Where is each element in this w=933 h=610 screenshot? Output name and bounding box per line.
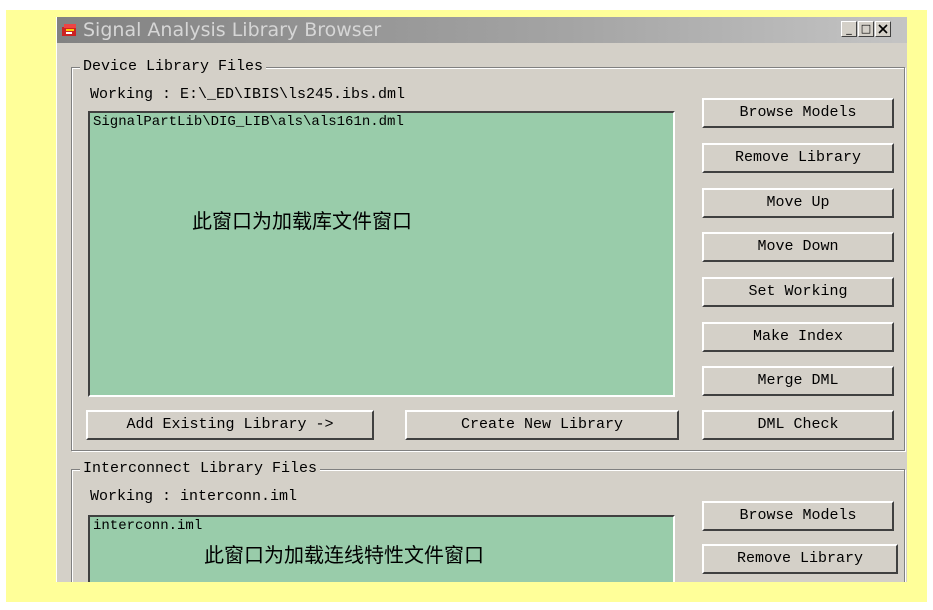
create-new-library-button[interactable]: Create New Library <box>405 410 679 440</box>
merge-dml-button[interactable]: Merge DML <box>702 366 894 396</box>
move-down-button[interactable]: Move Down <box>702 232 894 262</box>
device-library-list[interactable]: SignalPartLib\DIG_LIB\als\als161n.dml 此窗… <box>88 111 675 397</box>
interconnect-library-group: Interconnect Library Files Working : int… <box>71 460 905 582</box>
title-bar[interactable]: Signal Analysis Library Browser _ □ <box>57 17 907 43</box>
list-item[interactable]: interconn.iml <box>93 518 202 534</box>
minimize-button[interactable]: _ <box>841 21 857 37</box>
interconnect-remove-library-button[interactable]: Remove Library <box>702 544 898 574</box>
set-working-button[interactable]: Set Working <box>702 277 894 307</box>
window-title: Signal Analysis Library Browser <box>83 19 382 41</box>
close-icon <box>878 24 888 34</box>
dml-check-button[interactable]: DML Check <box>702 410 894 440</box>
device-group-label: Device Library Files <box>80 58 267 76</box>
maximize-button[interactable]: □ <box>858 21 874 37</box>
device-library-group: Device Library Files Working : E:\_ED\IB… <box>71 58 905 451</box>
interconnect-browse-models-button[interactable]: Browse Models <box>702 501 894 531</box>
device-list-annotation: 此窗口为加载库文件窗口 <box>192 209 412 233</box>
interconnect-group-label: Interconnect Library Files <box>80 460 321 478</box>
interconnect-library-list[interactable]: interconn.iml 此窗口为加载连线特性文件窗口 <box>88 515 675 582</box>
remove-library-button[interactable]: Remove Library <box>702 143 894 173</box>
make-index-button[interactable]: Make Index <box>702 322 894 352</box>
list-item[interactable]: SignalPartLib\DIG_LIB\als\als161n.dml <box>93 114 404 130</box>
add-existing-library-button[interactable]: Add Existing Library -> <box>86 410 374 440</box>
app-icon <box>62 24 76 36</box>
interconnect-list-annotation: 此窗口为加载连线特性文件窗口 <box>204 543 484 567</box>
browse-models-button[interactable]: Browse Models <box>702 98 894 128</box>
close-button[interactable] <box>875 21 891 37</box>
interconnect-working-label: Working : interconn.iml <box>90 488 298 505</box>
device-working-label: Working : E:\_ED\IBIS\ls245.ibs.dml <box>90 86 406 103</box>
move-up-button[interactable]: Move Up <box>702 188 894 218</box>
library-browser-window: Signal Analysis Library Browser _ □ Devi… <box>56 17 907 582</box>
